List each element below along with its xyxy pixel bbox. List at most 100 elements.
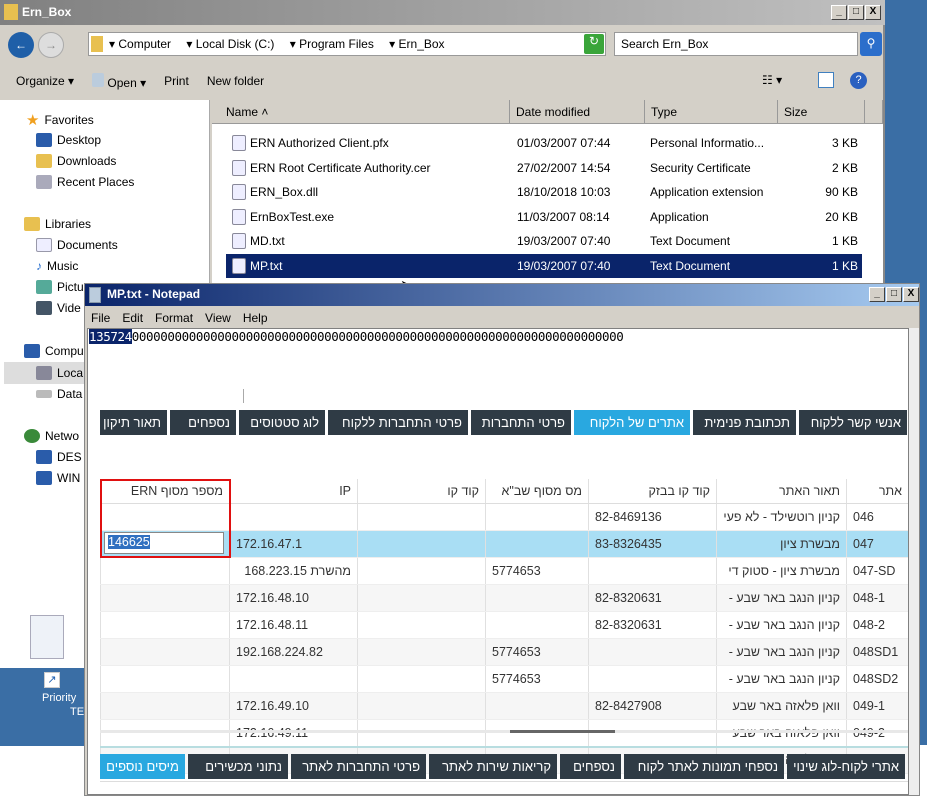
tab-top_tabs-3[interactable]: פרטי התחברות ללקוח [328, 410, 468, 435]
column-header-site[interactable]: אתר [846, 479, 908, 503]
notepad-title-bar[interactable]: MP.txt - Notepad _ □ X [85, 284, 919, 306]
refresh-icon[interactable]: ↻ [584, 34, 604, 54]
bottom-tab-bar: מיסים נוספים נתוני מכשירים פרטי התחברות לא… [100, 754, 908, 779]
scrollbar-thumb[interactable] [510, 730, 615, 733]
file-row[interactable]: MD.txt 19/03/2007 07:40 Text Document 1 KB [226, 229, 862, 253]
breadcrumb-computer[interactable]: ▾ Computer [109, 37, 177, 51]
file-row[interactable]: ErnBoxTest.exe 11/03/2007 08:14 Applicatio… [226, 205, 862, 229]
tab-top_tabs-0[interactable]: תאור תיקון [100, 410, 167, 435]
tab-top_tabs-2[interactable]: לוג סטטוסים [239, 410, 325, 435]
nav-recent-places[interactable]: Recent Places [36, 175, 134, 189]
tab-top_tabs-1[interactable]: נספחים [170, 410, 236, 435]
nav-libraries[interactable]: Libraries [24, 217, 91, 231]
column-header-shva-terminal[interactable]: מס מסוף שב"א [485, 479, 588, 503]
cell-site: 047 [846, 531, 908, 557]
nav-downloads[interactable]: Downloads [36, 154, 116, 168]
menu-format[interactable]: Format [155, 311, 193, 327]
bottom-grid-header [100, 781, 908, 794]
preview-pane-icon[interactable] [818, 72, 834, 88]
tab-top_tabs-6[interactable]: תכתובת פנימית [693, 410, 796, 435]
search-input[interactable]: Search Ern_Box [614, 32, 858, 56]
file-type: Security Certificate [650, 160, 751, 175]
cell-ern-terminal [100, 666, 229, 692]
nav-videos[interactable]: Vide [36, 301, 81, 315]
ern-terminal-input[interactable]: 146625 [104, 532, 224, 554]
close-button[interactable]: X [903, 287, 919, 302]
nav-network-des[interactable]: DES [36, 450, 82, 464]
column-header-date[interactable]: Date modified [510, 100, 645, 124]
column-header-name[interactable]: Name ˄ [212, 100, 510, 124]
notepad-vertical-scrollbar[interactable] [909, 328, 919, 795]
search-icon[interactable]: ⚲ [860, 32, 882, 56]
nav-pictures[interactable]: Pictu [36, 280, 84, 294]
column-header-site-description[interactable]: תאור האתר [716, 479, 846, 503]
tab-bottom_tabs-0[interactable]: מיסים נוספים [100, 754, 185, 779]
close-button[interactable]: X [865, 5, 881, 20]
maximize-button[interactable]: □ [848, 5, 864, 20]
explorer-title-bar[interactable]: Ern_Box _ □ X [0, 0, 885, 25]
nav-favorites[interactable]: ★ Favorites [26, 111, 94, 129]
help-icon[interactable]: ? [850, 72, 867, 89]
nav-data-drive[interactable]: Data [36, 387, 82, 401]
column-header-type[interactable]: Type [645, 100, 778, 124]
nav-documents[interactable]: Documents [36, 238, 118, 252]
table-row[interactable]: 048-2 קניון הנגב באר שבע -82-8320631 172.1… [100, 612, 908, 639]
tab-bottom_tabs-1[interactable]: נתוני מכשירים [188, 754, 288, 779]
breadcrumb-local-disk[interactable]: ▾ Local Disk (C:) [186, 37, 280, 51]
file-row[interactable]: ERN Authorized Client.pfx 01/03/2007 07:4… [226, 131, 862, 155]
minimize-button[interactable]: _ [831, 5, 847, 20]
table-row[interactable]: 047-SD מבשרת ציון - סטוק די 5774653 מהשרת 1… [100, 558, 908, 585]
cell-ern-terminal [100, 639, 229, 665]
nav-network-win[interactable]: WIN [36, 471, 80, 485]
view-options-icon[interactable]: ☷ ▾ [762, 73, 782, 87]
table-row[interactable]: 048-1 קניון הנגב באר שבע -82-8320631 172.1… [100, 585, 908, 612]
breadcrumb-ern-box[interactable]: ▾ Ern_Box [389, 37, 450, 51]
top-tab-bar: תאור תיקון נספחים לוג סטטוסים פרטי התחברות … [100, 410, 908, 435]
tab-bottom_tabs-2[interactable]: פרטי התחברות לאתר [291, 754, 426, 779]
desktop-shortcut-priority[interactable]: ↗ Priority TE [0, 668, 86, 746]
print-button[interactable]: Print [164, 74, 189, 88]
back-button[interactable]: ← [8, 32, 34, 58]
nav-music[interactable]: ♪ Music [36, 259, 78, 273]
organize-button[interactable]: Organize ▾ [16, 74, 74, 88]
tab-top_tabs-4[interactable]: פרטי התחברות [471, 410, 571, 435]
table-row[interactable]: 049-2 וואן פלאזה באר שבע 172.16.49.11 [100, 720, 908, 747]
tab-bottom_tabs-5[interactable]: נספחי תמונות לאתר לקוח [624, 754, 784, 779]
menu-edit[interactable]: Edit [122, 311, 143, 327]
nav-desktop[interactable]: Desktop [36, 133, 101, 147]
tab-top_tabs-5[interactable]: אתרים של הלקוח [574, 410, 690, 435]
maximize-button[interactable]: □ [886, 287, 902, 302]
column-header-line-code[interactable]: קוד קו [357, 479, 485, 503]
file-row[interactable]: MP.txt 19/03/2007 07:40 Text Document 1 KB [226, 253, 862, 278]
menu-help[interactable]: Help [243, 311, 268, 327]
open-button[interactable]: Open ▾ [92, 72, 146, 90]
nav-network[interactable]: Netwo [24, 429, 79, 443]
table-row[interactable]: 049-1 וואן פלאזה באר שבע 82-8427908 172.16.… [100, 693, 908, 720]
column-header-ip[interactable]: IP [229, 479, 357, 503]
menu-view[interactable]: View [205, 311, 231, 327]
tab-top_tabs-7[interactable]: אנשי קשר ללקוח [799, 410, 907, 435]
tab-bottom_tabs-3[interactable]: קריאות שירות לאתר [429, 754, 557, 779]
tab-bottom_tabs-6[interactable]: אתרי לקוח-לוג שינוי [787, 754, 905, 779]
minimize-button[interactable]: _ [869, 287, 885, 302]
grid-horizontal-scrollbar[interactable] [100, 730, 908, 733]
file-name: ERN Authorized Client.pfx [250, 136, 389, 150]
forward-button[interactable]: → [38, 32, 64, 58]
column-header-size[interactable]: Size [778, 100, 865, 124]
new-folder-button[interactable]: New folder [207, 74, 264, 88]
cell-shva-terminal [485, 612, 588, 638]
file-row[interactable]: ERN Root Certificate Authority.cer 27/02/… [226, 156, 862, 180]
cell-ip [229, 666, 357, 692]
file-type: Text Document [650, 234, 731, 248]
table-row[interactable]: 048SD2 קניון הנגב באר שבע - 5774653 [100, 666, 908, 693]
column-header-bezeq-line-code[interactable]: קוד קו בבזק [588, 479, 716, 503]
nav-computer[interactable]: Compu [24, 344, 84, 358]
file-row[interactable]: ERN_Box.dll 18/10/2018 10:03 Application e… [226, 180, 862, 204]
breadcrumb-program-files[interactable]: ▾ Program Files [290, 37, 380, 51]
table-row[interactable]: 048SD1 קניון הנגב באר שבע - 5774653 192.168… [100, 639, 908, 666]
notepad-text-area[interactable]: 1357240000000000000000000000000000000000… [87, 328, 909, 795]
tab-bottom_tabs-4[interactable]: נספחים [560, 754, 621, 779]
address-bar[interactable]: ▾ Computer ▾ Local Disk (C:) ▾ Program F… [88, 32, 606, 56]
menu-file[interactable]: File [91, 311, 110, 327]
exe-icon [232, 208, 246, 225]
